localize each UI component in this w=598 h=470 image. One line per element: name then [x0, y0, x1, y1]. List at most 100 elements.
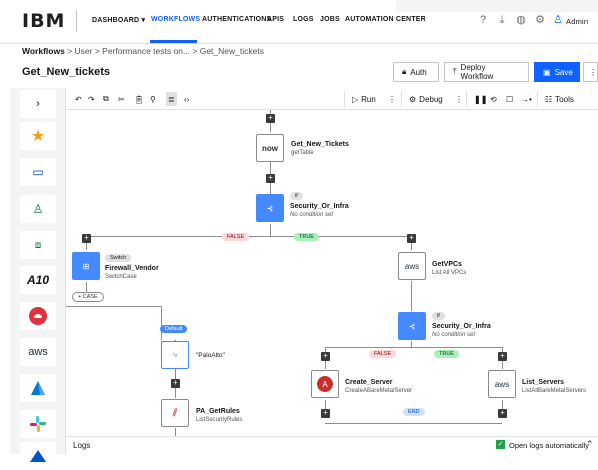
- node-subtitle: ListSecurityRules: [196, 417, 243, 424]
- nav-apis[interactable]: APIS: [267, 16, 284, 23]
- logs-panel[interactable]: Logs ✓ Open logs automatically ⌃: [66, 436, 598, 454]
- add-step-button[interactable]: +: [266, 174, 275, 183]
- add-case-button[interactable]: + CASE: [72, 292, 104, 302]
- active-nav-indicator: [150, 40, 197, 43]
- auth-label: Auth: [410, 67, 427, 77]
- checkbox-icon[interactable]: ✓: [496, 440, 505, 449]
- servicenow-logo: now: [262, 143, 278, 153]
- case-node[interactable]: ⤷: [161, 341, 189, 369]
- node-title: Firewall_Vendor: [105, 265, 159, 272]
- connector: [325, 423, 502, 424]
- breadcrumb: Workflows > User > Performance tests on.…: [22, 46, 264, 56]
- switch-node[interactable]: ⊞: [72, 252, 100, 280]
- run-options-icon[interactable]: ⋮: [388, 92, 396, 106]
- message-icon[interactable]: ⧈: [20, 231, 56, 259]
- pause-icon[interactable]: ❚❚: [474, 92, 487, 106]
- add-step-button[interactable]: +: [321, 352, 330, 361]
- hierarchy-icon[interactable]: ⚲: [150, 92, 156, 106]
- add-step-button[interactable]: +: [407, 234, 416, 243]
- node-subtitle: CreateABareMetalServer: [345, 388, 413, 395]
- slack-logo[interactable]: [20, 410, 56, 438]
- tools-button[interactable]: ☷ Tools: [545, 92, 574, 106]
- paloalto-node[interactable]: ⫽: [161, 399, 189, 427]
- debug-options-icon[interactable]: ⋮: [455, 92, 463, 106]
- toolbar-divider-3: [466, 91, 467, 107]
- cut-icon[interactable]: ✂: [118, 92, 125, 106]
- a10-logo[interactable]: A10: [20, 266, 56, 294]
- aws-logo: aws: [494, 379, 510, 389]
- nav-logs[interactable]: LOGS: [293, 16, 314, 23]
- servicenow-node[interactable]: now: [256, 134, 284, 162]
- add-step-button[interactable]: +: [266, 114, 275, 123]
- nav-divider: [76, 10, 77, 32]
- aws-logo[interactable]: aws: [20, 338, 56, 366]
- switch-tag: Switch: [105, 254, 132, 262]
- nav-jobs[interactable]: JOBS: [320, 16, 340, 23]
- user-icon[interactable]: ♙: [551, 13, 565, 27]
- aws-node[interactable]: aws: [398, 252, 426, 280]
- slack-icon: [30, 416, 46, 432]
- logs-title: Logs: [73, 441, 91, 450]
- stop-icon[interactable]: ☐: [506, 92, 513, 106]
- redo-icon[interactable]: ↷: [88, 92, 95, 106]
- step-icon[interactable]: →•: [521, 92, 532, 106]
- user-node-icon[interactable]: ♙: [20, 195, 56, 223]
- end-tag: END: [403, 408, 425, 416]
- condition-node[interactable]: ⊰: [256, 194, 284, 222]
- favorites-star-icon[interactable]: ★: [20, 122, 56, 150]
- node-title: Security_Or_Infra: [290, 203, 349, 210]
- undo-icon[interactable]: ↶: [75, 92, 82, 106]
- nav-automation-center[interactable]: AUTOMATION CENTER: [345, 16, 426, 23]
- true-branch-tag: TRUE: [294, 233, 319, 241]
- azure-logo[interactable]: [20, 374, 56, 402]
- create-server-node[interactable]: A: [311, 370, 339, 398]
- nav-workflows[interactable]: WORKFLOWS: [151, 16, 200, 23]
- admin-menu[interactable]: Admin: [566, 17, 588, 26]
- settings-icon[interactable]: ⚙: [533, 13, 547, 27]
- more-options-button[interactable]: ⋮: [583, 62, 598, 82]
- add-step-button[interactable]: +: [82, 234, 91, 243]
- run-button[interactable]: ▷ Run: [352, 92, 376, 106]
- layout-icon[interactable]: ≣: [166, 92, 177, 106]
- nav-dashboard[interactable]: DASHBOARD ▾: [92, 16, 145, 24]
- history-icon[interactable]: ⟲: [490, 92, 497, 106]
- angular-icon: A: [317, 376, 333, 392]
- download-icon[interactable]: ⤓: [495, 13, 509, 27]
- aws-logo: aws: [404, 261, 420, 271]
- nav-authentications[interactable]: AUTHENTICATIONS: [202, 16, 271, 23]
- paste-icon[interactable]: 📋︎: [134, 92, 144, 106]
- add-step-button[interactable]: +: [498, 409, 507, 418]
- condition-node[interactable]: ⊰: [398, 312, 426, 340]
- breadcrumb-root[interactable]: Workflows: [22, 46, 65, 56]
- save-button[interactable]: ▣ Save: [534, 62, 580, 82]
- copy-icon[interactable]: ⧉: [103, 92, 109, 106]
- chevron-up-icon[interactable]: ⌃: [586, 439, 594, 450]
- breadcrumb-path[interactable]: > User > Performance tests on... > Get_N…: [67, 46, 264, 56]
- canvas-toolbar: ↶ ↷ ⧉ ✂ 📋︎ ⚲ ≣ ‹› ▷ Run ⋮ ⚙ Debug ⋮ ❚❚ ⟲ ☐…: [66, 88, 598, 110]
- help-icon[interactable]: ?: [476, 13, 490, 27]
- calendar-icon[interactable]: ▭: [20, 158, 56, 186]
- globe-icon[interactable]: ◍: [514, 13, 528, 27]
- add-step-button[interactable]: +: [498, 352, 507, 361]
- auth-button[interactable]: 🔒︎ Auth: [393, 62, 439, 82]
- red-circle-logo[interactable]: [20, 302, 56, 330]
- true-branch-tag: TRUE: [434, 350, 459, 358]
- expand-rail-chevron-icon[interactable]: ›: [20, 90, 56, 118]
- debug-button[interactable]: ⚙ Debug: [409, 92, 443, 106]
- run-label: Run: [361, 94, 376, 104]
- add-step-button[interactable]: +: [321, 409, 330, 418]
- azure-icon: [31, 381, 45, 395]
- code-icon[interactable]: ‹›: [184, 92, 189, 106]
- ibm-logo[interactable]: IBM: [22, 10, 65, 32]
- workflow-canvas[interactable]: ↶ ↷ ⧉ ✂ 📋︎ ⚲ ≣ ‹› ▷ Run ⋮ ⚙ Debug ⋮ ❚❚ ⟲ ☐…: [66, 88, 598, 436]
- deploy-workflow-button[interactable]: ⤒ Deploy Workflow: [444, 62, 529, 82]
- connector: [175, 428, 176, 436]
- aws-node[interactable]: aws: [488, 370, 516, 398]
- if-tag: if: [290, 192, 303, 200]
- node-title: Security_Or_Infra: [432, 323, 491, 330]
- atlassian-logo[interactable]: [20, 442, 56, 470]
- node-subtitle: getTable: [291, 150, 314, 157]
- connector: [270, 224, 271, 236]
- background-strip: [396, 0, 598, 12]
- add-step-button[interactable]: +: [171, 379, 180, 388]
